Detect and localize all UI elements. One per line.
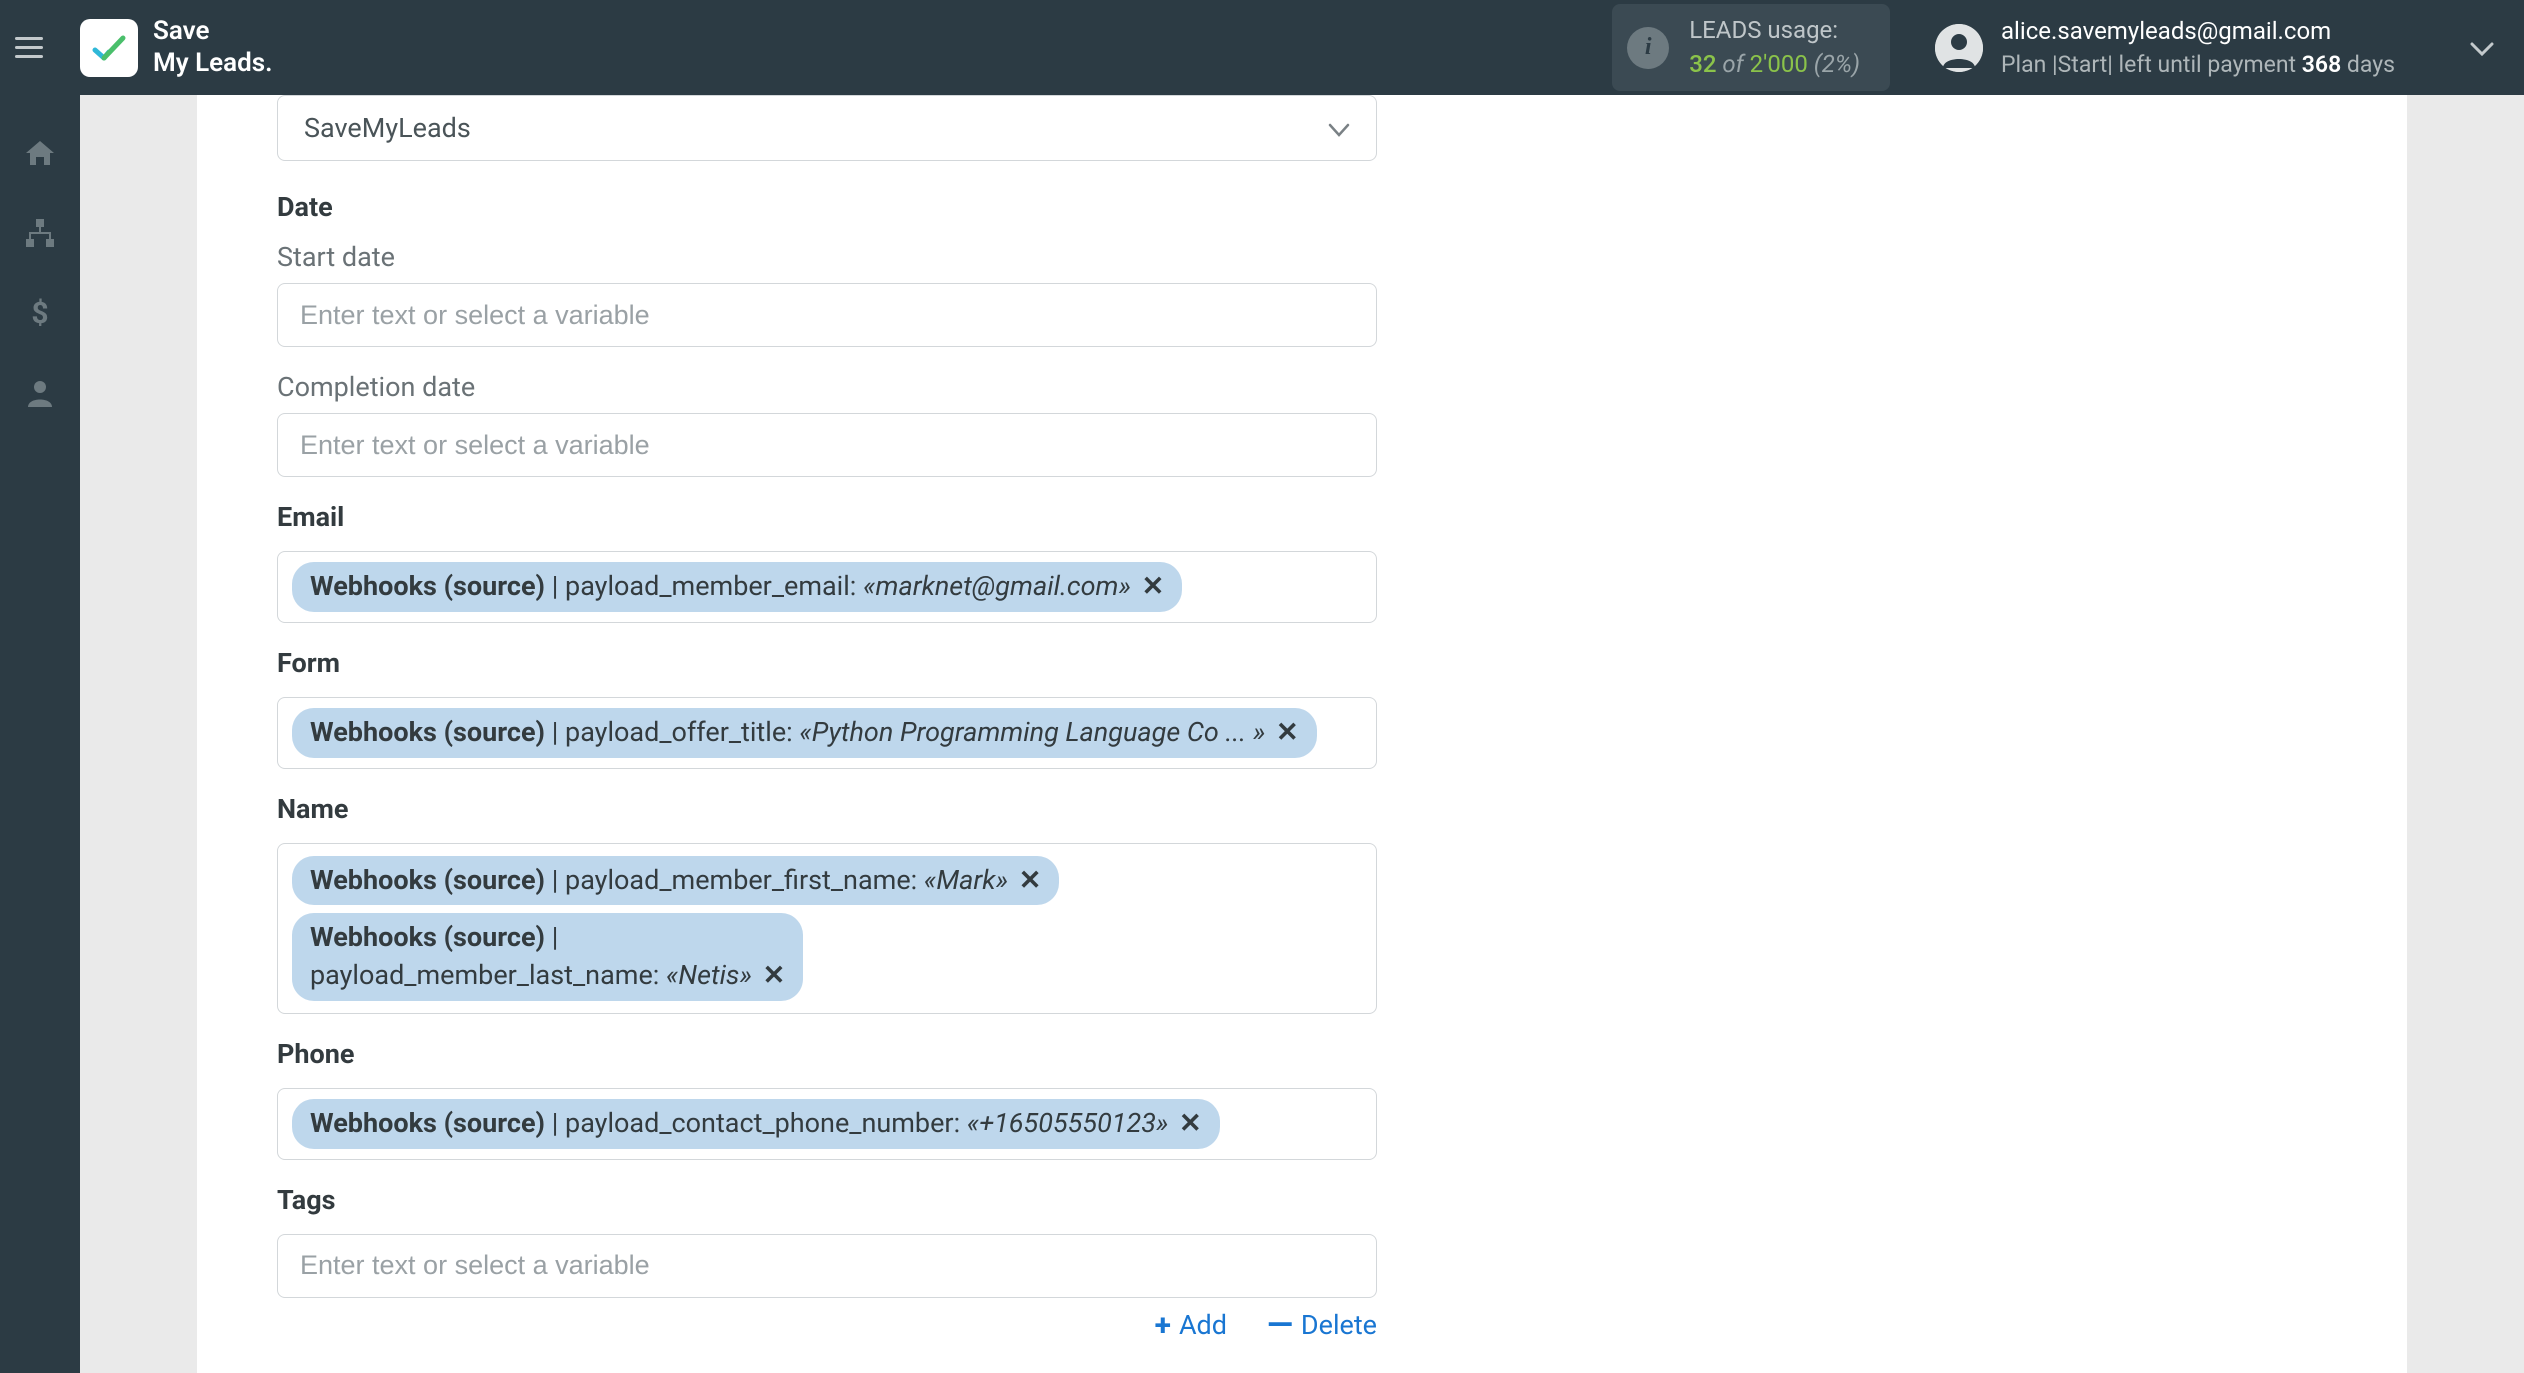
form-field[interactable]: Webhooks (source) | payload_offer_title:…: [277, 697, 1377, 769]
usage-label: LEADS usage:: [1689, 14, 1860, 48]
svg-text:$: $: [31, 297, 48, 329]
name-label: Name: [277, 793, 1377, 825]
remove-chip-icon[interactable]: ✕: [763, 959, 786, 991]
user-icon: [1935, 24, 1983, 72]
app-header: Save My Leads. i LEADS usage: 32 of 2'00…: [0, 0, 2524, 95]
completion-date-input[interactable]: [277, 413, 1377, 477]
account-email: alice.savemyleads@gmail.com: [2001, 15, 2395, 47]
email-field[interactable]: Webhooks (source) | payload_member_email…: [277, 551, 1377, 623]
phone-chip[interactable]: Webhooks (source) | payload_contact_phon…: [292, 1099, 1220, 1149]
remove-chip-icon[interactable]: ✕: [1142, 570, 1165, 602]
account-panel[interactable]: alice.savemyleads@gmail.com Plan |Start|…: [1935, 15, 2395, 80]
minus-icon: —: [1267, 1317, 1293, 1334]
avatar: [1935, 24, 1983, 72]
email-chip[interactable]: Webhooks (source) | payload_member_email…: [292, 562, 1182, 612]
account-plan: Plan |Start| left until payment 368 days: [2001, 51, 2395, 78]
remove-chip-icon[interactable]: ✕: [1019, 864, 1042, 896]
form-label: Form: [277, 647, 1377, 679]
usage-value: 32 of 2'000 (2%): [1689, 48, 1860, 82]
integration-select[interactable]: SaveMyLeads: [277, 95, 1377, 161]
sidebar: $: [0, 95, 80, 1373]
sidebar-item-home[interactable]: [22, 135, 58, 171]
user-icon: [24, 377, 56, 409]
account-dropdown-button[interactable]: [2470, 34, 2494, 62]
date-section-label: Date: [277, 191, 1377, 223]
chevron-down-icon: [2470, 42, 2494, 56]
sidebar-item-connections[interactable]: [22, 215, 58, 251]
checkmark-icon: [89, 28, 129, 68]
sidebar-item-billing[interactable]: $: [22, 295, 58, 331]
sidebar-item-profile[interactable]: [22, 375, 58, 411]
info-icon: i: [1627, 27, 1669, 69]
brand-line1: Save: [153, 16, 273, 47]
delete-button[interactable]: — Delete: [1267, 1308, 1377, 1343]
chevron-down-icon: [1328, 112, 1350, 144]
name-chip-first[interactable]: Webhooks (source) | payload_member_first…: [292, 856, 1059, 906]
dollar-icon: $: [24, 297, 56, 329]
form-chip[interactable]: Webhooks (source) | payload_offer_title:…: [292, 708, 1317, 758]
plus-icon: +: [1155, 1308, 1171, 1343]
add-button[interactable]: + Add: [1155, 1308, 1227, 1343]
sitemap-icon: [24, 217, 56, 249]
main-content: SaveMyLeads Date Start date Completion d…: [197, 95, 2407, 1373]
phone-label: Phone: [277, 1038, 1377, 1070]
tags-input[interactable]: [277, 1234, 1377, 1298]
brand-line2: My Leads.: [153, 48, 273, 79]
email-label: Email: [277, 501, 1377, 533]
name-field[interactable]: Webhooks (source) | payload_member_first…: [277, 843, 1377, 1014]
brand-name: Save My Leads.: [153, 16, 273, 78]
integration-select-value: SaveMyLeads: [304, 112, 471, 144]
name-chip-last[interactable]: Webhooks (source) | payload_member_last_…: [292, 913, 803, 1001]
start-date-input[interactable]: [277, 283, 1377, 347]
app-logo: [80, 19, 138, 77]
completion-date-label: Completion date: [277, 371, 1377, 403]
menu-toggle-button[interactable]: [15, 28, 55, 68]
usage-panel: i LEADS usage: 32 of 2'000 (2%): [1612, 4, 1890, 91]
home-icon: [24, 137, 56, 169]
remove-chip-icon[interactable]: ✕: [1179, 1107, 1202, 1139]
remove-chip-icon[interactable]: ✕: [1276, 716, 1299, 748]
tags-label: Tags: [277, 1184, 1377, 1216]
phone-field[interactable]: Webhooks (source) | payload_contact_phon…: [277, 1088, 1377, 1160]
start-date-label: Start date: [277, 241, 1377, 273]
